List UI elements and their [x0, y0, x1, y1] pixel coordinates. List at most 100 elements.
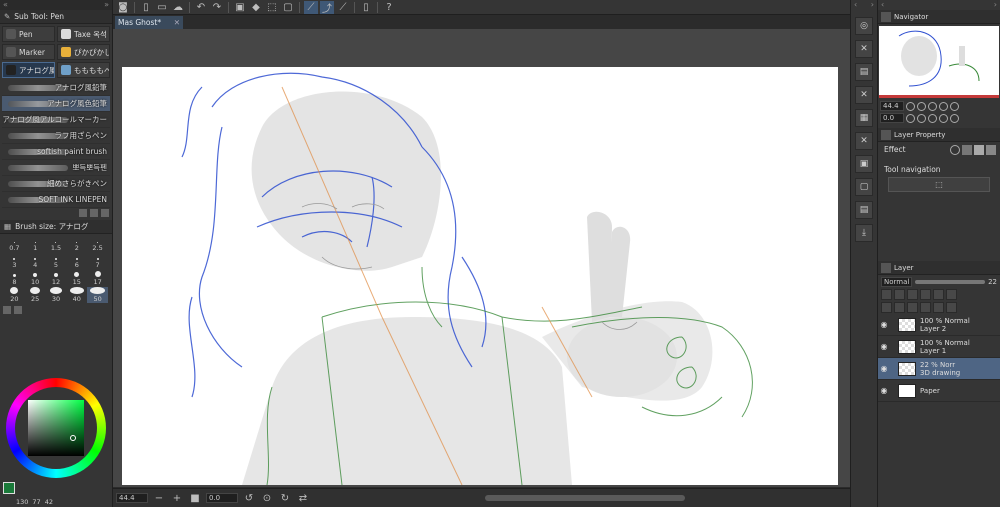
zoom-out-icon[interactable]: −: [152, 492, 166, 505]
actual-size-icon[interactable]: [939, 101, 948, 111]
layer-row[interactable]: ◉ 22 % Norr 3D drawing: [878, 358, 1000, 380]
subtool-pen[interactable]: Pen: [2, 26, 55, 42]
subtool-taxe[interactable]: Taxe 옥석: [57, 26, 110, 42]
export-icon[interactable]: ▤: [855, 201, 873, 219]
navigator-title[interactable]: Navigator: [894, 13, 928, 21]
redo-icon[interactable]: ↷: [210, 1, 224, 14]
eye-icon[interactable]: ◉: [878, 320, 890, 329]
zoom-in-icon[interactable]: [917, 101, 926, 111]
layer-panel-title[interactable]: Layer: [894, 264, 914, 272]
navigator-zoom-field[interactable]: 44.4: [880, 101, 904, 111]
list-item[interactable]: アナログ風色鉛筆: [2, 96, 110, 112]
brush-size-option[interactable]: 2: [66, 236, 87, 252]
brush-size-option[interactable]: 3: [4, 253, 25, 269]
brush-size-option[interactable]: 2.5: [87, 236, 108, 252]
fit-icon[interactable]: [928, 101, 937, 111]
duplicate-icon[interactable]: [90, 209, 98, 217]
copy-icon[interactable]: ▤: [855, 63, 873, 81]
layer-row[interactable]: ◉ 100 % Normal Layer 1: [878, 336, 1000, 358]
main-color-swatch[interactable]: [3, 482, 15, 494]
ruler-icon[interactable]: [946, 289, 957, 300]
brush-size-option[interactable]: 1: [25, 236, 46, 252]
eye-icon[interactable]: ◉: [878, 386, 890, 395]
lock-icon[interactable]: [881, 289, 892, 300]
fill-icon[interactable]: ▣: [855, 155, 873, 173]
close-icon[interactable]: ✕: [174, 16, 180, 29]
subtool-marker[interactable]: Marker: [2, 44, 55, 60]
extract-line-icon[interactable]: [974, 144, 984, 155]
zoom-field[interactable]: 44.4: [116, 493, 148, 503]
rotate-reset-icon[interactable]: [928, 113, 937, 123]
brush-size-option[interactable]: 6: [66, 253, 87, 269]
angle-field[interactable]: 0.0: [206, 493, 238, 503]
list-item[interactable]: アナログ風アルコールマーカー: [2, 112, 110, 128]
zoom-in-icon[interactable]: +: [170, 492, 184, 505]
tone-effect-icon[interactable]: [962, 144, 972, 155]
saturation-value-square[interactable]: [28, 400, 84, 456]
close-layer-icon[interactable]: ✕: [855, 40, 873, 58]
flip-vertical-icon[interactable]: [950, 113, 959, 123]
panel-collapse[interactable]: ‹ ›: [878, 0, 1000, 10]
fit-icon[interactable]: ■: [188, 492, 202, 505]
merge-icon[interactable]: [920, 302, 931, 313]
flip-horizontal-icon[interactable]: [939, 113, 948, 123]
panel-collapse-strip[interactable]: « »: [0, 0, 112, 10]
brush-size-option[interactable]: 20: [4, 287, 25, 303]
brush-size-option[interactable]: 8: [4, 270, 25, 286]
brush-size-option[interactable]: 25: [25, 287, 46, 303]
brush-size-option[interactable]: 50: [87, 287, 108, 303]
layer-color-icon[interactable]: [986, 144, 996, 155]
brush-size-option[interactable]: 4: [25, 253, 46, 269]
list-item[interactable]: 細めさらがきペン: [2, 176, 110, 192]
download-icon[interactable]: ⤓: [855, 224, 873, 242]
mask-icon[interactable]: [933, 289, 944, 300]
collapse-right-icon[interactable]: »: [104, 0, 109, 10]
fill-icon[interactable]: ◆: [249, 1, 263, 14]
full-view-icon[interactable]: [950, 101, 959, 111]
subtool-momomo[interactable]: ももももペン: [57, 62, 110, 78]
clear-icon[interactable]: ▣: [233, 1, 247, 14]
list-item[interactable]: softish paint brush: [2, 144, 110, 160]
blend-mode-select[interactable]: Normal: [881, 276, 913, 287]
brush-size-option[interactable]: 15: [66, 270, 87, 286]
navigator-angle-field[interactable]: 0.0: [880, 113, 904, 123]
rotate-right-icon[interactable]: ↻: [278, 492, 292, 505]
copy-icon[interactable]: [933, 302, 944, 313]
brush-size-option[interactable]: 30: [46, 287, 67, 303]
eye-icon[interactable]: ◉: [878, 364, 890, 373]
column-collapse[interactable]: ‹ ›: [851, 0, 877, 12]
color-picker-cursor[interactable]: [70, 435, 76, 441]
subtool-analog[interactable]: アナログ風: [2, 62, 55, 78]
list-item[interactable]: 뽀득뽀득펜: [2, 160, 110, 176]
opacity-value[interactable]: 22: [988, 278, 997, 286]
rotate-right-icon[interactable]: [917, 113, 926, 123]
zoom-out-icon[interactable]: [906, 101, 915, 111]
collapse-right-icon[interactable]: ›: [871, 0, 874, 12]
subtool-sparkle[interactable]: ぴかぴかし: [57, 44, 110, 60]
list-item[interactable]: SOFT INK LINEPEN: [2, 192, 110, 208]
help-icon[interactable]: ?: [382, 1, 396, 14]
opacity-slider[interactable]: [915, 279, 986, 284]
clip-icon[interactable]: [894, 289, 905, 300]
cut-icon[interactable]: ✕: [855, 86, 873, 104]
collapse-left-icon[interactable]: «: [3, 0, 8, 10]
line-tool-icon[interactable]: ⟋: [304, 0, 318, 14]
search-icon[interactable]: ◎: [855, 17, 873, 35]
collapse-right-icon[interactable]: ›: [994, 0, 997, 10]
trash-icon[interactable]: [946, 302, 957, 313]
tool-navigation-button[interactable]: ⬚: [888, 177, 990, 192]
rotate-left-icon[interactable]: ↺: [242, 492, 256, 505]
brush-size-option[interactable]: 7: [87, 253, 108, 269]
new-folder-icon[interactable]: [907, 302, 918, 313]
layer-row[interactable]: ◉ 100 % Normal Layer 2: [878, 314, 1000, 336]
border-effect-icon[interactable]: [950, 144, 960, 155]
brush-size-option[interactable]: 17: [87, 270, 108, 286]
paste-icon[interactable]: ▦: [855, 109, 873, 127]
brush-size-option[interactable]: 40: [66, 287, 87, 303]
transform-icon[interactable]: ⬚: [265, 1, 279, 14]
list-item[interactable]: アナログ風鉛筆: [2, 80, 110, 96]
draft-icon[interactable]: [920, 289, 931, 300]
phone-icon[interactable]: ▯: [359, 1, 373, 14]
new-icon[interactable]: ▯: [139, 1, 153, 14]
layer-row[interactable]: ◉ Paper: [878, 380, 1000, 402]
